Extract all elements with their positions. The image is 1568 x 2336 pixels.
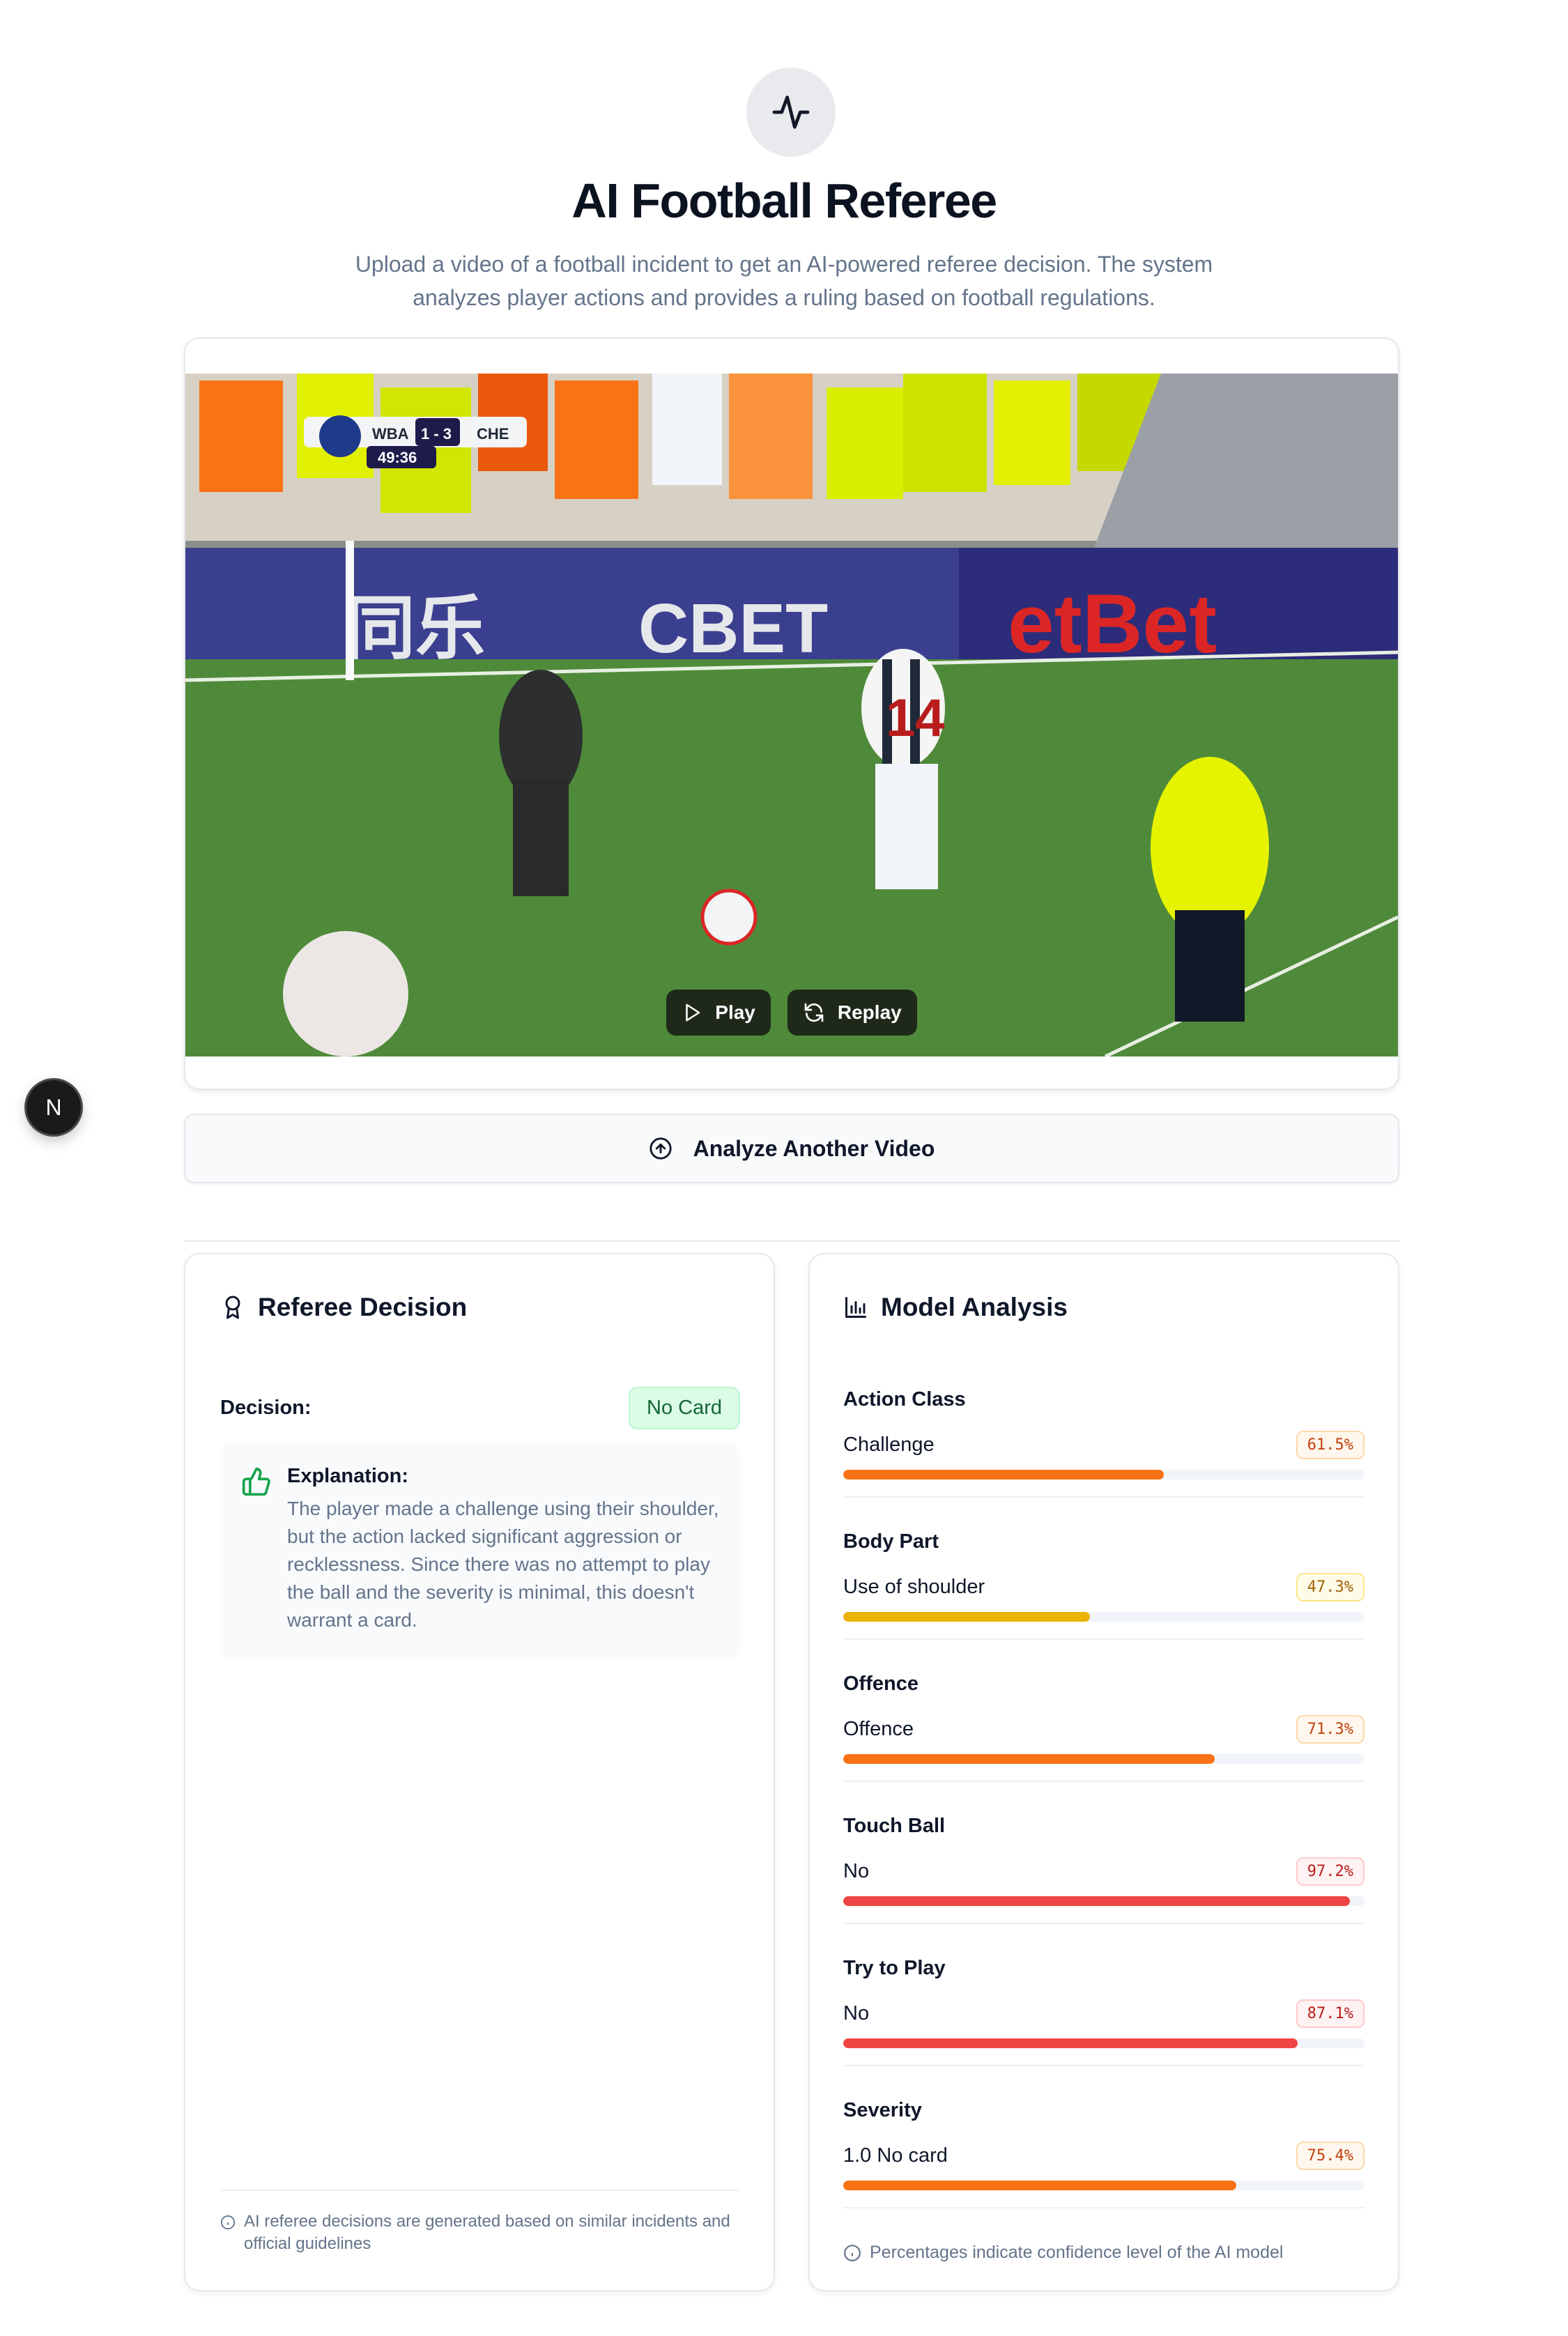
confidence-badge: 97.2% — [1296, 1857, 1365, 1886]
metric-value: 1.0 No card — [843, 2144, 948, 2167]
confidence-bar-track — [843, 2038, 1365, 2048]
metric-value: No — [843, 2001, 870, 2024]
player-number: 14 — [886, 689, 945, 748]
metric-title: Action Class — [843, 1388, 966, 1411]
referee-footer-text: AI referee decisions are generated based… — [244, 2212, 730, 2253]
metric-title: Try to Play — [843, 1957, 946, 1979]
decision-label: Decision: — [220, 1397, 312, 1419]
referee-decision-header: Referee Decision — [220, 1293, 467, 1322]
metric-item: Touch Ball No 97.2% — [843, 1815, 1365, 1924]
model-analysis-panel: Model Analysis Action Class Challenge 61.5… — [808, 1253, 1399, 2291]
model-footer-note: Percentages indicate confidence level of… — [843, 2243, 1283, 2263]
upload-circle-icon — [650, 1137, 672, 1160]
award-ribbon-icon — [225, 1296, 240, 1319]
play-icon — [686, 1004, 700, 1022]
activity-pulse-icon — [772, 95, 810, 129]
referee-decision-title: Referee Decision — [258, 1293, 468, 1321]
replay-button-label: Replay — [837, 1001, 902, 1023]
page-title: AI Football Referee — [571, 174, 997, 228]
floating-n-badge[interactable]: N — [26, 1080, 81, 1135]
decision-badge: No Card — [629, 1387, 740, 1429]
metric-title: Body Part — [843, 1530, 939, 1553]
metric-separator — [843, 1638, 1365, 1640]
explanation-text: The player made a challenge using their … — [287, 1498, 719, 1631]
confidence-bar-fill — [843, 2038, 1298, 2048]
metric-item: Try to Play No 87.1% — [843, 1957, 1365, 2066]
confidence-bar-track — [843, 1470, 1365, 1480]
model-analysis-header: Model Analysis — [843, 1293, 1068, 1322]
video-card: 同乐 CBET etBet 14 WBA 1 - 3 CHE 49:36 Pla… — [184, 337, 1399, 1090]
explanation-title: Explanation: — [287, 1465, 409, 1487]
metric-row: Use of shoulder 47.3% — [843, 1572, 1365, 1601]
metric-value: No — [843, 1859, 870, 1882]
scoreboard-away: CHE — [477, 425, 509, 443]
logo-badge — [746, 68, 836, 157]
confidence-bar-fill — [843, 2181, 1236, 2190]
play-button[interactable]: Play — [666, 990, 771, 1036]
referee-footer-note: AI referee decisions are generated based… — [220, 2211, 740, 2255]
refresh-icon — [804, 1003, 824, 1022]
scoreboard-score: 1 - 3 — [421, 425, 452, 443]
metric-separator — [843, 1496, 1365, 1498]
metric-title: Severity — [843, 2099, 922, 2121]
metric-title: Offence — [843, 1673, 918, 1695]
play-button-label: Play — [715, 1001, 755, 1023]
analyze-another-video-button[interactable]: Analyze Another Video — [184, 1114, 1399, 1183]
confidence-bar-track — [843, 2181, 1365, 2190]
confidence-bar-fill — [843, 1470, 1165, 1480]
metric-item: Offence Offence 71.3% — [843, 1673, 1365, 1782]
confidence-bar-fill — [843, 1754, 1215, 1764]
info-icon — [844, 2244, 861, 2261]
video-frame-image: 同乐 CBET etBet 14 WBA 1 - 3 CHE 49:36 — [185, 374, 1398, 1056]
analyze-button-label: Analyze Another Video — [693, 1135, 935, 1161]
decision-row: Decision: No Card — [220, 1387, 740, 1429]
replay-button[interactable]: Replay — [787, 990, 917, 1036]
metric-item: Severity 1.0 No card 75.4% — [843, 2099, 1365, 2208]
thumbs-up-icon — [242, 1467, 270, 1496]
metric-title: Touch Ball — [843, 1815, 946, 1837]
metric-item: Action Class Challenge 61.5% — [843, 1388, 1365, 1498]
page-subtitle: Upload a video of a football incident to… — [355, 252, 1213, 310]
metric-value: Offence — [843, 1717, 914, 1740]
video-controls: Play Replay — [185, 990, 1398, 1036]
metric-separator — [843, 2207, 1365, 2208]
metric-value: Challenge — [843, 1433, 935, 1456]
confidence-bar-track — [843, 1612, 1365, 1622]
metric-value: Use of shoulder — [843, 1575, 985, 1598]
section-divider — [184, 1240, 1399, 1242]
confidence-badge: 87.1% — [1296, 1999, 1365, 2028]
confidence-badge: 75.4% — [1296, 2141, 1365, 2170]
confidence-bar-track — [843, 1896, 1365, 1906]
scoreboard-home: WBA — [372, 425, 409, 443]
model-footer-text: Percentages indicate confidence level of… — [870, 2243, 1284, 2262]
model-analysis-title: Model Analysis — [881, 1293, 1068, 1321]
bar-chart-icon — [845, 1297, 866, 1318]
confidence-bar-fill — [843, 1896, 1351, 1906]
metric-row: No 97.2% — [843, 1857, 1365, 1886]
explanation-box: Explanation: The player made a challenge… — [220, 1443, 740, 1660]
confidence-badge: 71.3% — [1296, 1714, 1365, 1744]
metric-item: Body Part Use of shoulder 47.3% — [843, 1530, 1365, 1640]
metric-row: No 87.1% — [843, 1999, 1365, 2028]
referee-decision-panel: Referee Decision Decision: No Card Expla… — [184, 1253, 775, 2291]
confidence-badge: 61.5% — [1296, 1430, 1365, 1459]
metric-separator — [843, 1781, 1365, 1782]
metric-separator — [843, 2065, 1365, 2066]
confidence-bar-fill — [843, 1612, 1090, 1622]
ad-board-text-2: CBET — [638, 590, 828, 668]
confidence-badge: 47.3% — [1296, 1572, 1365, 1601]
confidence-bar-track — [843, 1754, 1365, 1764]
metric-row: 1.0 No card 75.4% — [843, 2141, 1365, 2170]
metric-separator — [843, 1923, 1365, 1924]
video-player[interactable]: 同乐 CBET etBet 14 WBA 1 - 3 CHE 49:36 Pla… — [185, 374, 1398, 1056]
metric-row: Challenge 61.5% — [843, 1430, 1365, 1459]
info-icon — [220, 2215, 236, 2230]
scoreboard-clock: 49:36 — [378, 449, 417, 466]
footer-divider — [220, 2190, 740, 2191]
metric-row: Offence 71.3% — [843, 1714, 1365, 1744]
ad-board-text-1: 同乐 — [346, 590, 485, 668]
